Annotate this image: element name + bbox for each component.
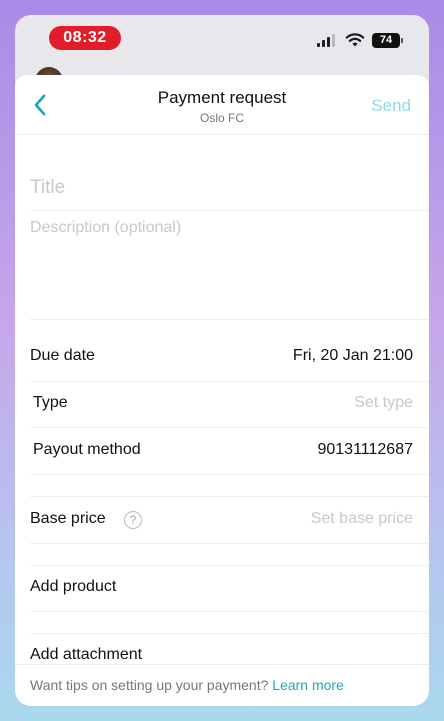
phone-frame: 08:32 74 Payment request Oslo FC Send Ti… [15,15,429,706]
add-attachment-row[interactable]: Add attachment [15,633,429,679]
payout-method-row[interactable]: Payout method 90131112687 [15,428,429,474]
title-input[interactable] [30,166,414,210]
base-price-row[interactable]: Base price ? Set base price [15,497,429,543]
base-price-label: Base price [30,510,106,527]
nav-bar: Payment request Oslo FC Send [15,75,429,135]
type-label: Type [33,394,68,411]
due-date-value: Fri, 20 Jan 21:00 [292,347,413,364]
help-icon[interactable]: ? [124,511,142,529]
footer-tip: Want tips on setting up your payment? Le… [30,677,344,693]
cellular-signal-icon [317,34,335,47]
base-price-value: Set base price [310,510,413,527]
wifi-icon [345,33,365,47]
payment-request-sheet: Payment request Oslo FC Send Due date Fr… [15,75,429,706]
divider [30,210,429,211]
divider [30,474,429,475]
divider [30,319,429,320]
status-bar: 08:32 74 [15,15,429,69]
type-row[interactable]: Type Set type [15,381,429,427]
footer-text: Want tips on setting up your payment? [30,677,269,693]
type-value: Set type [354,394,413,411]
payout-method-value: 90131112687 [317,441,413,458]
payout-method-label: Payout method [33,441,141,458]
description-input[interactable] [30,217,414,317]
battery-icon: 74 [372,33,403,48]
divider [30,611,429,612]
add-attachment-label: Add attachment [30,646,143,663]
learn-more-link[interactable]: Learn more [272,677,344,693]
due-date-row[interactable]: Due date Fri, 20 Jan 21:00 [15,334,429,380]
status-time[interactable]: 08:32 [49,26,121,50]
divider [30,543,429,544]
footer-divider [15,664,429,665]
due-date-label: Due date [30,347,95,364]
send-button[interactable]: Send [371,96,411,116]
page-title: Payment request [157,88,287,107]
add-product-label: Add product [30,578,117,595]
add-product-row[interactable]: Add product [15,565,429,611]
page-subtitle: Oslo FC [199,111,244,125]
